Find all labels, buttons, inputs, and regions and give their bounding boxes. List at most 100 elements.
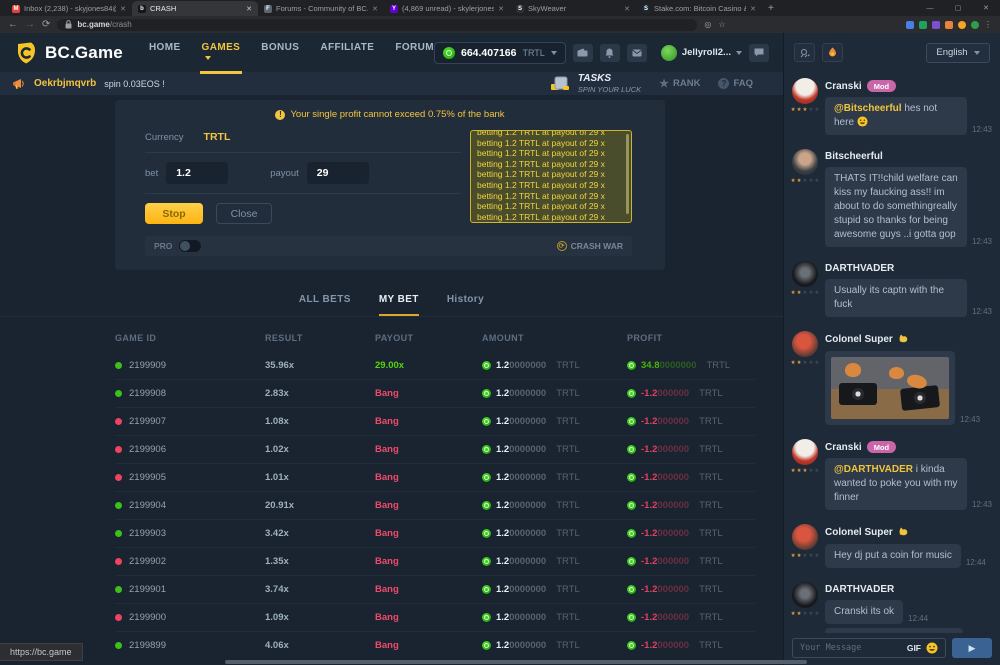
emoji-icon[interactable]	[926, 642, 938, 654]
game-id-cell[interactable]: 2199906	[115, 444, 265, 455]
game-id-cell[interactable]: 2199899	[115, 640, 265, 651]
message-username[interactable]: DARTHVADER	[825, 584, 992, 595]
table-row[interactable]: 21999051.01xBang1.20000000TRTL-1.2000000…	[115, 463, 755, 491]
chat-bubble[interactable]: THATS IT!!child welfare can kiss my fauc…	[825, 167, 967, 247]
avatar[interactable]	[792, 582, 818, 608]
image-bubble[interactable]	[825, 351, 955, 425]
balance-selector[interactable]: 664.407166 TRTL	[434, 42, 566, 64]
bet-log-box[interactable]: betting 1.2 TRTL at payout of 29 xbettin…	[470, 130, 632, 223]
nav-item-forum[interactable]: FORUM	[395, 36, 434, 70]
forward-icon[interactable]: →	[25, 20, 35, 30]
browser-tab[interactable]: FForums - Community of BC.Gam✕	[258, 1, 384, 16]
horizontal-scrollbar[interactable]	[225, 660, 807, 664]
table-row[interactable]: 219990420.91xBang1.20000000TRTL-1.200000…	[115, 491, 755, 519]
tab-history[interactable]: History	[447, 294, 484, 307]
game-id-cell[interactable]: 2199904	[115, 500, 265, 511]
zoom-page-icon[interactable]: ◎	[704, 20, 711, 29]
bet-input[interactable]: 1.2	[166, 162, 228, 184]
tab-all-bets[interactable]: ALL BETS	[299, 294, 351, 307]
browser-tab[interactable]: SSkyWeaver✕	[510, 1, 636, 16]
game-id-cell[interactable]: 2199900	[115, 612, 265, 623]
new-tab-button[interactable]: +	[768, 3, 774, 14]
avatar[interactable]	[792, 149, 818, 175]
nav-item-bonus[interactable]: BONUS	[261, 36, 299, 70]
close-button[interactable]: Close	[216, 203, 272, 224]
gif-button[interactable]: GIF	[907, 643, 921, 653]
notifications-button[interactable]	[600, 44, 620, 62]
bookmark-star-icon[interactable]: ☆	[718, 20, 725, 29]
table-row[interactable]: 21999061.02xBang1.20000000TRTL-1.2000000…	[115, 435, 755, 463]
user-menu[interactable]: Jellyroll2...	[661, 45, 742, 61]
kebab-menu-icon[interactable]: ⋮	[984, 20, 992, 29]
chat-bubble[interactable]: @DARTHVADER i kinda wanted to poke you w…	[825, 458, 967, 510]
table-row[interactable]: 21999013.74xBang1.20000000TRTL-1.2000000…	[115, 575, 755, 603]
faq-link[interactable]: ?FAQ	[718, 78, 753, 89]
chat-rules-button[interactable]	[794, 43, 815, 62]
tab-close-icon[interactable]: ✕	[624, 5, 630, 13]
message-username[interactable]: CranskiMod	[825, 80, 992, 92]
tab-close-icon[interactable]: ✕	[246, 5, 252, 13]
extension-icon[interactable]	[945, 21, 953, 29]
chat-bubble[interactable]: Cranski its ok	[825, 600, 903, 624]
extension-icon[interactable]	[971, 21, 979, 29]
bcgame-logo[interactable]: BC.Game	[14, 41, 123, 65]
language-selector[interactable]: English	[926, 43, 990, 63]
currency-value[interactable]: TRTL	[204, 131, 231, 143]
game-id-cell[interactable]: 2199905	[115, 472, 265, 483]
mention-text[interactable]: @DARTHVADER	[834, 464, 913, 475]
tab-close-icon[interactable]: ✕	[372, 5, 378, 13]
avatar[interactable]	[792, 78, 818, 104]
extension-icon[interactable]	[932, 21, 940, 29]
message-username[interactable]: DARTHVADER	[825, 263, 992, 274]
extension-icon[interactable]	[958, 21, 966, 29]
message-input[interactable]: Your Message GIF	[792, 638, 946, 658]
chat-bubble[interactable]: Hey dj put a coin for music	[825, 544, 961, 568]
table-row[interactable]: 21999071.08xBang1.20000000TRTL-1.2000000…	[115, 407, 755, 435]
mention-text[interactable]: @Bitscheerful	[834, 103, 902, 114]
browser-tab[interactable]: Y(4,869 unread) - skylerjones84@✕	[384, 1, 510, 16]
close-window-button[interactable]: ✕	[972, 0, 1000, 16]
browser-tab[interactable]: bCRASH✕	[132, 1, 258, 16]
messages-button[interactable]	[627, 44, 647, 62]
game-id-cell[interactable]: 2199908	[115, 388, 265, 399]
game-id-cell[interactable]: 2199902	[115, 556, 265, 567]
tab-my-bet[interactable]: MY BET	[379, 294, 419, 307]
payout-input[interactable]: 29	[307, 162, 369, 184]
address-bar[interactable]: bc.game/crash	[57, 19, 697, 31]
nav-item-games[interactable]: GAMES	[202, 36, 241, 70]
nav-item-home[interactable]: HOME	[149, 36, 181, 70]
tab-close-icon[interactable]: ✕	[750, 5, 756, 13]
stop-button[interactable]: Stop	[145, 203, 203, 224]
tasks-link[interactable]: TASKS SPIN YOUR LUCK	[550, 74, 641, 94]
message-username[interactable]: CranskiMod	[825, 441, 992, 453]
send-button[interactable]: ▶	[952, 638, 992, 658]
table-row[interactable]: 21998994.06xBang1.20000000TRTL-1.2000000…	[115, 631, 755, 659]
nav-item-affiliate[interactable]: AFFILIATE	[320, 36, 374, 70]
message-username[interactable]: Colonel Super	[825, 526, 992, 539]
table-row[interactable]: 21999033.42xBang1.20000000TRTL-1.2000000…	[115, 519, 755, 547]
table-row[interactable]: 219990935.96x29.00x1.20000000TRTL34.8000…	[115, 351, 755, 379]
table-row[interactable]: 21999021.35xBang1.20000000TRTL-1.2000000…	[115, 547, 755, 575]
message-username[interactable]: Colonel Super	[825, 333, 992, 346]
log-scrollbar[interactable]	[626, 134, 629, 214]
extension-icon[interactable]	[906, 21, 914, 29]
chat-bubble[interactable]: Usually its captn with the fuck	[825, 279, 967, 317]
game-id-cell[interactable]: 2199903	[115, 528, 265, 539]
game-id-cell[interactable]: 2199909	[115, 360, 265, 371]
game-id-cell[interactable]: 2199901	[115, 584, 265, 595]
hot-button[interactable]	[822, 43, 843, 62]
chat-bubble[interactable]: @Bitscheerful hes not here	[825, 97, 967, 135]
tab-close-icon[interactable]: ✕	[498, 5, 504, 13]
avatar[interactable]	[792, 261, 818, 287]
browser-tab[interactable]: MInbox (2,238) - skyjones84@gma✕	[6, 1, 132, 16]
reload-icon[interactable]: ⟳	[42, 20, 50, 30]
browser-tab[interactable]: SStake.com: Bitcoin Casino & Spo✕	[636, 1, 762, 16]
maximize-button[interactable]: ▢	[944, 0, 972, 16]
table-row[interactable]: 21999001.09xBang1.20000000TRTL-1.2000000…	[115, 603, 755, 631]
message-username[interactable]: Bitscheerful	[825, 151, 992, 162]
avatar[interactable]	[792, 331, 818, 357]
avatar[interactable]	[792, 524, 818, 550]
extension-icon[interactable]	[919, 21, 927, 29]
avatar[interactable]	[792, 439, 818, 465]
announcement-user[interactable]: Oekrbjmqvrb	[34, 78, 96, 89]
